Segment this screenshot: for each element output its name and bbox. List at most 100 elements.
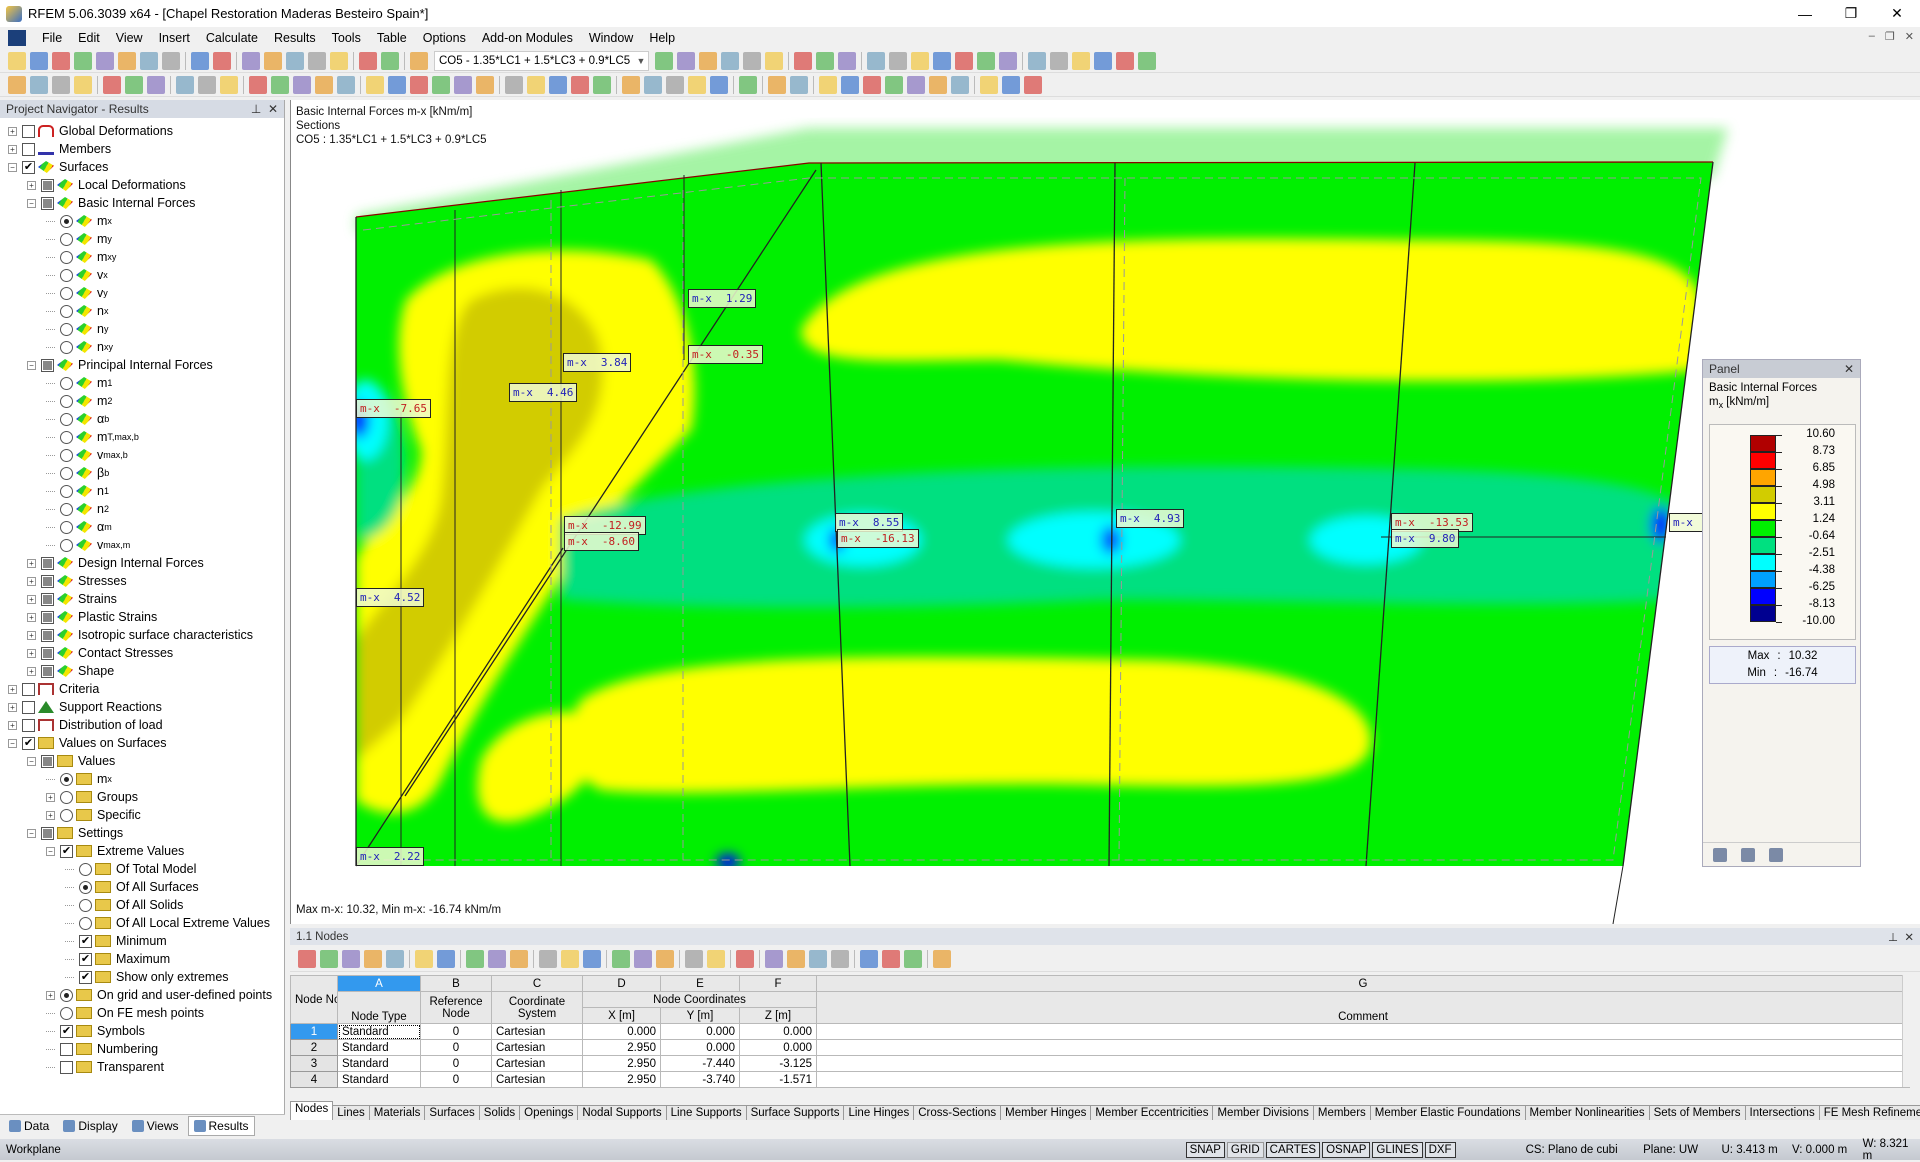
next-icon[interactable] bbox=[677, 51, 695, 70]
checkbox[interactable] bbox=[41, 664, 54, 678]
cell-no[interactable]: 4 bbox=[290, 1071, 338, 1088]
tree-item[interactable]: + Members bbox=[0, 140, 284, 158]
tree-item[interactable]: n2 bbox=[0, 500, 284, 518]
radio-button[interactable] bbox=[60, 376, 73, 390]
formula-icon[interactable] bbox=[860, 950, 878, 968]
rows-icon[interactable] bbox=[707, 950, 725, 968]
tree-item[interactable]: mx bbox=[0, 770, 284, 788]
values-icon[interactable] bbox=[721, 51, 739, 70]
sort-icon[interactable] bbox=[583, 950, 601, 968]
tree-item[interactable]: + On grid and user-defined points bbox=[0, 986, 284, 1004]
expand-icon[interactable]: + bbox=[27, 612, 36, 622]
checkbox[interactable] bbox=[41, 574, 54, 588]
table-row[interactable]: 1 Standard 0 Cartesian 0.000 0.000 0.000 bbox=[290, 1023, 1910, 1040]
tool2-icon[interactable] bbox=[1050, 51, 1068, 70]
cell-comment[interactable] bbox=[816, 1071, 1910, 1088]
nav-tab-views[interactable]: Views bbox=[127, 1117, 184, 1135]
tool-h-icon[interactable] bbox=[980, 75, 998, 94]
toggle-osnap[interactable]: OSNAP bbox=[1322, 1141, 1371, 1158]
sections-icon[interactable] bbox=[816, 51, 834, 70]
tree-item[interactable]: Numbering bbox=[0, 1040, 284, 1058]
collapse-icon[interactable]: − bbox=[27, 360, 36, 370]
surface-icon[interactable] bbox=[249, 75, 267, 94]
expand-icon[interactable]: + bbox=[27, 630, 36, 640]
tool1-icon[interactable] bbox=[1028, 51, 1046, 70]
menu-options[interactable]: Options bbox=[415, 31, 474, 45]
close-icon[interactable]: ✕ bbox=[268, 102, 278, 116]
cell-y[interactable]: -7.440 bbox=[660, 1055, 740, 1072]
checkbox[interactable] bbox=[41, 646, 54, 660]
mdi-close-icon[interactable]: ✕ bbox=[1905, 30, 1914, 43]
collapse-icon[interactable]: − bbox=[8, 162, 17, 172]
zoom-all-icon[interactable] bbox=[505, 75, 523, 94]
mirror-icon[interactable] bbox=[388, 75, 406, 94]
mesh4-icon[interactable] bbox=[476, 75, 494, 94]
tree-item[interactable]: v max,b bbox=[0, 446, 284, 464]
col-b[interactable]: B bbox=[420, 975, 492, 992]
result-value-label[interactable]: m-x 1.29 bbox=[688, 289, 757, 308]
tree-item[interactable]: − ✔ Values on Surfaces bbox=[0, 734, 284, 752]
menu-file[interactable]: File bbox=[34, 31, 70, 45]
beam-icon[interactable] bbox=[790, 75, 808, 94]
minimize-icon[interactable]: — bbox=[1782, 0, 1828, 27]
table-tab-sets-of-members[interactable]: Sets of Members bbox=[1648, 1105, 1746, 1120]
radio-button[interactable] bbox=[60, 502, 73, 516]
expand-icon[interactable]: + bbox=[46, 792, 55, 802]
expand-icon[interactable]: + bbox=[8, 144, 17, 154]
tree-item[interactable]: ✔ Symbols bbox=[0, 1022, 284, 1040]
nav-tab-display[interactable]: Display bbox=[58, 1117, 122, 1135]
tree-item[interactable]: + Criteria bbox=[0, 680, 284, 698]
table-tab-openings[interactable]: Openings bbox=[519, 1105, 579, 1120]
table-tab-member-nonlinearities[interactable]: Member Nonlinearities bbox=[1524, 1105, 1650, 1120]
radio-button[interactable] bbox=[60, 484, 73, 498]
render-icon[interactable] bbox=[867, 51, 885, 70]
menu-edit[interactable]: Edit bbox=[70, 31, 108, 45]
cell-ref[interactable]: 0 bbox=[420, 1071, 492, 1088]
cell-comment[interactable] bbox=[816, 1055, 1910, 1072]
checkbox[interactable] bbox=[41, 592, 54, 606]
menu-insert[interactable]: Insert bbox=[151, 31, 198, 45]
col-c[interactable]: C bbox=[491, 975, 583, 992]
tree-item[interactable]: ny bbox=[0, 320, 284, 338]
table-tab-nodes[interactable]: Nodes bbox=[290, 1101, 334, 1120]
lock-icon[interactable] bbox=[933, 950, 951, 968]
support-icon[interactable] bbox=[933, 51, 951, 70]
table-tab-member-elastic-foundations[interactable]: Member Elastic Foundations bbox=[1369, 1105, 1526, 1120]
tree-item[interactable]: + Isotropic surface characteristics bbox=[0, 626, 284, 644]
factors-icon[interactable] bbox=[1741, 847, 1755, 862]
collapse-icon[interactable]: − bbox=[27, 828, 36, 838]
show-values-icon[interactable] bbox=[765, 51, 783, 70]
radio-button[interactable] bbox=[60, 340, 73, 354]
dim2-icon[interactable] bbox=[198, 75, 216, 94]
load-case-icon[interactable] bbox=[410, 51, 428, 70]
tree-item[interactable]: + Local Deformations bbox=[0, 176, 284, 194]
print-report-icon[interactable] bbox=[118, 51, 136, 70]
filter-icon[interactable] bbox=[1769, 847, 1783, 862]
insert-row-icon[interactable] bbox=[539, 950, 557, 968]
tree-item[interactable]: vx bbox=[0, 266, 284, 284]
table-scrollbar[interactable] bbox=[1902, 975, 1918, 1087]
mesh-icon[interactable] bbox=[911, 51, 929, 70]
checkbox[interactable] bbox=[60, 1060, 73, 1074]
radio-button[interactable] bbox=[60, 214, 73, 228]
mesh3-icon[interactable] bbox=[454, 75, 472, 94]
tree-item[interactable]: αb bbox=[0, 410, 284, 428]
graphics-icon[interactable] bbox=[736, 950, 754, 968]
cell-type[interactable]: Standard bbox=[337, 1055, 421, 1072]
expand-icon[interactable]: + bbox=[8, 720, 17, 730]
tree-item[interactable]: + Shape bbox=[0, 662, 284, 680]
solid-icon[interactable] bbox=[293, 75, 311, 94]
cell-ref[interactable]: 0 bbox=[420, 1023, 492, 1040]
radio-button[interactable] bbox=[60, 268, 73, 282]
node-icon[interactable] bbox=[8, 75, 26, 94]
tree-item[interactable]: − Basic Internal Forces bbox=[0, 194, 284, 212]
table-row[interactable]: 3 Standard 0 Cartesian 2.950 -7.440 -3.125 bbox=[290, 1055, 1910, 1072]
tree-item[interactable]: + Groups bbox=[0, 788, 284, 806]
mdi-minimize-icon[interactable]: – bbox=[1869, 30, 1875, 43]
target-icon[interactable] bbox=[264, 51, 282, 70]
view-z-icon[interactable] bbox=[666, 75, 684, 94]
col-a[interactable]: A bbox=[337, 975, 421, 992]
checkbox[interactable] bbox=[22, 682, 35, 696]
table-tab-intersections[interactable]: Intersections bbox=[1744, 1105, 1820, 1120]
toggle-dxf[interactable]: DXF bbox=[1424, 1141, 1456, 1158]
